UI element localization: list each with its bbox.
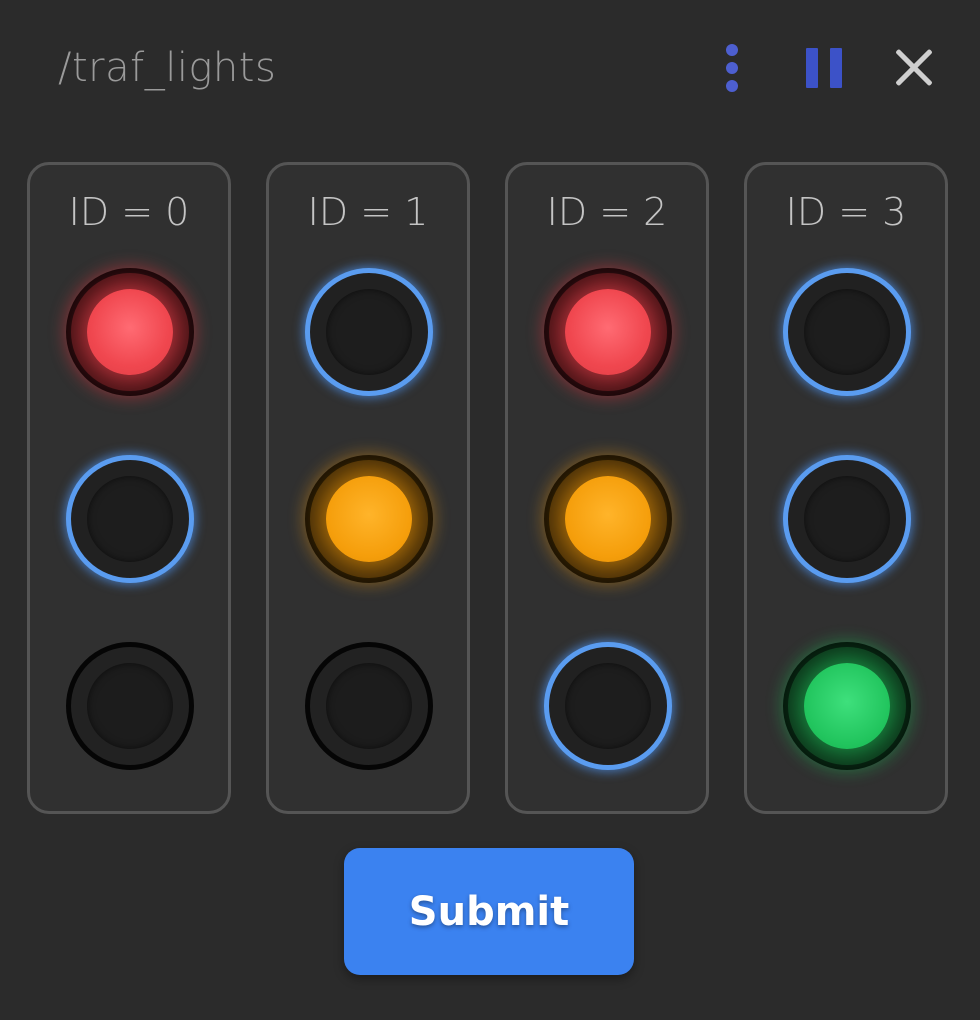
traffic-light-2: ID = 2 [505,162,709,814]
traffic-light-id-label: ID = 3 [785,190,907,234]
close-icon[interactable] [892,46,936,90]
green-lamp[interactable] [783,642,911,770]
pause-icon[interactable] [806,48,842,88]
traffic-light-id-label: ID = 1 [307,190,429,234]
traffic-light-id-label: ID = 2 [546,190,668,234]
green-lamp[interactable] [305,642,433,770]
amber-lamp[interactable] [66,455,194,583]
traffic-light-0: ID = 0 [27,162,231,814]
traffic-lights-window: /traf_lights ID = 0 ID = 1 ID = 2 ID = 3… [0,0,980,1020]
red-lamp[interactable] [66,268,194,396]
traffic-light-3: ID = 3 [744,162,948,814]
red-lamp[interactable] [305,268,433,396]
window-title: /traf_lights [58,45,277,91]
amber-lamp[interactable] [783,455,911,583]
traffic-light-1: ID = 1 [266,162,470,814]
kebab-menu-icon[interactable] [722,44,742,92]
amber-lamp[interactable] [544,455,672,583]
amber-lamp[interactable] [305,455,433,583]
red-lamp[interactable] [544,268,672,396]
red-lamp[interactable] [783,268,911,396]
traffic-light-id-label: ID = 0 [68,190,190,234]
green-lamp[interactable] [544,642,672,770]
submit-button[interactable]: Submit [344,848,634,975]
green-lamp[interactable] [66,642,194,770]
